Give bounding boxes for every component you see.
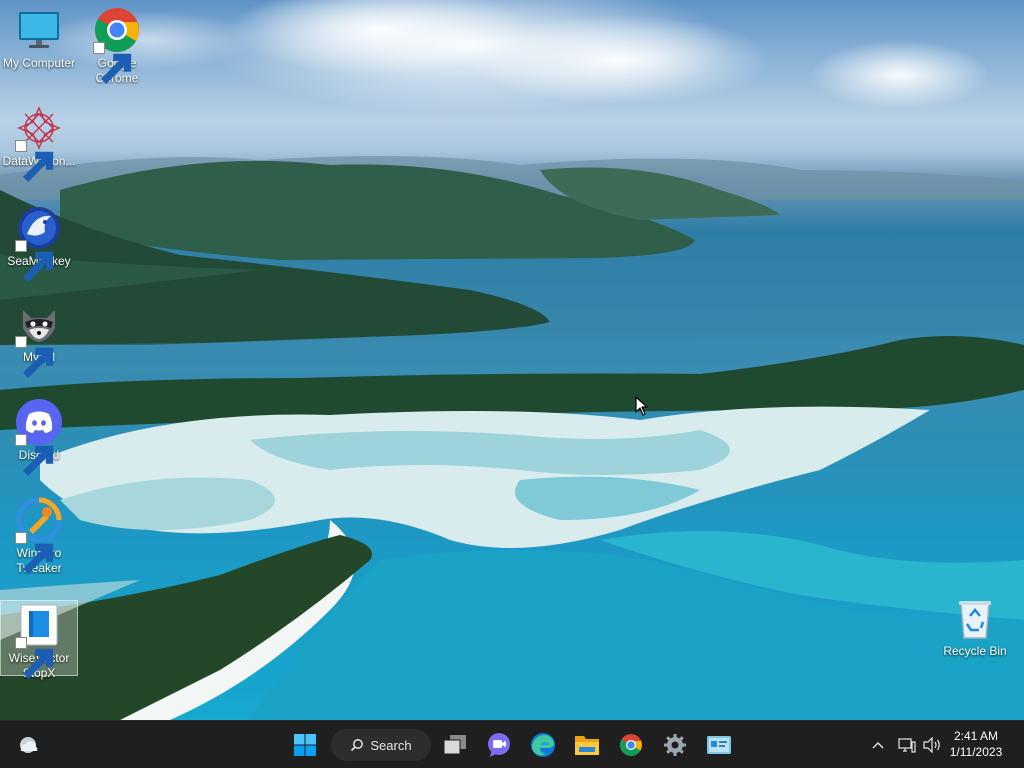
network-button[interactable] [893,729,921,761]
chat-button[interactable] [481,729,517,761]
control-panel-icon [707,736,731,754]
desktop-icon-recycle-bin[interactable]: Recycle Bin [936,594,1014,659]
desktop-icon-seamonkey[interactable]: SeaMonkey [0,204,78,282]
show-hidden-icons-button[interactable] [862,729,894,761]
mouse-pointer-icon [635,396,648,416]
chrome-icon [620,734,642,756]
shortcut-arrow-icon [15,434,54,476]
taskbar: Search 2:41 AM 1/11/2023 [0,720,1024,768]
shortcut-arrow-icon [15,240,54,282]
file-explorer-button[interactable] [569,729,605,761]
wallpaper [0,0,1024,720]
edge-icon [531,733,555,757]
volume-button[interactable] [918,729,946,761]
edge-button[interactable] [525,729,561,761]
settings-button[interactable] [657,729,693,761]
desktop-icon-google-chrome[interactable]: Google Chrome [78,6,156,86]
desktop-icon-datawagon[interactable]: DataWagon... [0,104,78,182]
network-icon [898,738,916,753]
shortcut-arrow-icon [15,140,54,182]
taskbar-search-button[interactable]: Search [331,729,431,761]
settings-icon [664,734,686,756]
desktop-icon-winaero-tweaker[interactable]: Winaero Tweaker [0,496,78,576]
desktop-icon-label: Recycle Bin [943,644,1007,658]
shortcut-arrow-icon [15,532,54,574]
recycle-bin-icon [959,601,991,639]
search-icon [351,739,364,752]
speaker-icon [923,737,940,753]
search-label: Search [370,737,412,753]
shortcut-arrow-icon [15,336,54,378]
clock-button[interactable]: 2:41 AM 1/11/2023 [946,728,1006,760]
clock-date: 1/11/2023 [949,745,1003,759]
control-panel-button[interactable] [701,729,737,761]
desktop-icon-my-computer[interactable]: My Computer [0,6,78,71]
chevron-up-icon [872,742,884,749]
desktop-icon-discord[interactable]: Discord [0,398,78,476]
desktop-icon-mypal[interactable]: Mypal [0,300,78,378]
desktop-icon-label: My Computer [2,56,76,70]
desktop-icon-wisevector-stopx[interactable]: WiseVector StopX [0,600,78,680]
start-button[interactable] [287,729,323,761]
chat-icon [488,733,510,757]
clock-time: 2:41 AM [953,729,999,743]
shortcut-arrow-icon [93,42,132,84]
widgets-button[interactable] [10,729,46,761]
shortcut-arrow-icon [15,637,54,679]
file-explorer-icon [575,736,599,755]
desktop[interactable]: My Computer Google Chrome DataWagon... S… [0,0,1024,720]
task-view-button[interactable] [437,729,473,761]
task-view-icon [443,735,466,755]
weather-icon [20,737,38,753]
chrome-taskbar-button[interactable] [613,729,649,761]
start-icon [294,734,316,756]
monitor-icon [19,12,59,48]
